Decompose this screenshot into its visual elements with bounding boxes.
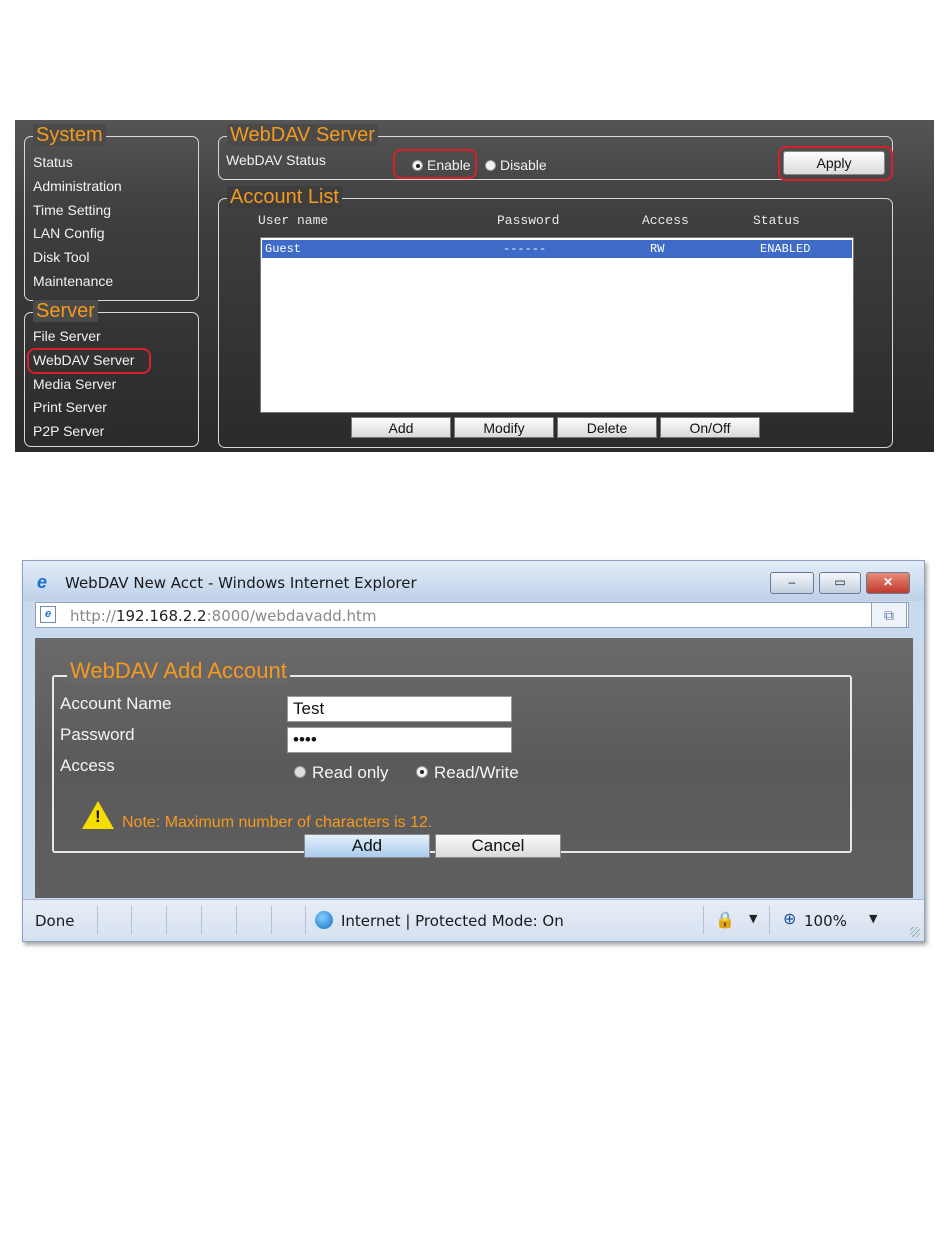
system-nav-list: Status Administration Time Setting LAN C… — [33, 151, 122, 294]
close-button[interactable]: ✕ — [866, 572, 910, 594]
column-header-password: Password — [497, 213, 560, 228]
status-divider — [703, 906, 704, 934]
page-content: WebDAV Add Account Account Name Test Pas… — [35, 638, 913, 898]
nav-item-print-server[interactable]: Print Server — [33, 396, 134, 420]
account-list-legend: Account List — [227, 186, 342, 208]
minimize-button[interactable]: – — [770, 572, 814, 594]
security-lock-icon[interactable]: 🔒 — [715, 910, 735, 929]
system-legend: System — [33, 124, 106, 146]
address-url: http://192.168.2.2:8000/webdavadd.htm — [70, 607, 377, 625]
zoom-icon[interactable]: ⊕ — [783, 909, 796, 928]
server-nav-list: File Server WebDAV Server Media Server P… — [33, 325, 134, 444]
nav-item-media-server[interactable]: Media Server — [33, 373, 134, 397]
window-title-bar[interactable]: e WebDAV New Acct - Windows Internet Exp… — [23, 561, 924, 601]
access-label: Access — [60, 756, 115, 775]
nav-item-time-setting[interactable]: Time Setting — [33, 199, 122, 223]
chevron-down-icon[interactable]: ▼ — [869, 912, 877, 925]
add-account-form: WebDAV Add Account Account Name Test Pas… — [52, 658, 852, 858]
server-legend: Server — [33, 300, 98, 322]
resize-grip[interactable] — [910, 927, 920, 937]
globe-icon — [315, 911, 333, 929]
status-divider — [769, 906, 770, 934]
status-divider — [131, 906, 132, 934]
nav-item-disk-tool[interactable]: Disk Tool — [33, 246, 122, 270]
nav-item-administration[interactable]: Administration — [33, 175, 122, 199]
nas-admin-panel: System Status Administration Time Settin… — [15, 120, 934, 452]
radio-selected-icon — [416, 766, 428, 778]
read-write-label: Read/Write — [434, 763, 519, 782]
enable-highlight-oval — [393, 149, 477, 179]
add-account-legend: WebDAV Add Account — [67, 658, 290, 684]
status-divider — [201, 906, 202, 934]
column-header-access: Access — [642, 213, 689, 228]
compatibility-view-icon[interactable]: ⧉ — [871, 602, 907, 628]
page-icon: e — [40, 606, 56, 623]
webdav-server-legend: WebDAV Server — [227, 124, 378, 146]
status-bar: Done Internet | Protected Mode: On 🔒 ▼ ⊕… — [23, 899, 924, 941]
character-limit-note: Note: Maximum number of characters is 12… — [122, 814, 433, 831]
webdav-status-label: WebDAV Status — [226, 152, 326, 168]
warning-icon-mark: ! — [95, 807, 101, 826]
system-section: System Status Administration Time Settin… — [24, 124, 199, 301]
password-label: Password — [60, 725, 135, 744]
status-text: Done — [35, 912, 75, 930]
cell-access: RW — [650, 242, 665, 256]
column-header-user-name: User name — [258, 213, 329, 228]
address-bar[interactable]: e http://192.168.2.2:8000/webdavadd.htm — [35, 602, 909, 628]
read-write-radio[interactable]: Read/Write — [416, 763, 519, 783]
column-header-status: Status — [753, 213, 800, 228]
status-divider — [166, 906, 167, 934]
ie-logo-icon: e — [37, 572, 48, 592]
url-prefix: http:// — [70, 607, 116, 625]
read-only-radio[interactable]: Read only — [294, 763, 389, 783]
url-rest: :8000/webdavadd.htm — [206, 607, 377, 625]
nav-item-status[interactable]: Status — [33, 151, 122, 175]
add-button[interactable]: Add — [304, 834, 430, 858]
chevron-down-icon[interactable]: ▼ — [749, 912, 757, 925]
status-divider — [271, 906, 272, 934]
nav-item-p2p-server[interactable]: P2P Server — [33, 420, 134, 444]
maximize-button[interactable]: ▭ — [819, 572, 861, 594]
radio-unselected-icon — [294, 766, 306, 778]
read-only-label: Read only — [312, 763, 389, 782]
cell-status: ENABLED — [760, 242, 811, 256]
add-button[interactable]: Add — [351, 417, 451, 438]
ie-popup-window: e WebDAV New Acct - Windows Internet Exp… — [22, 560, 925, 942]
nav-item-maintenance[interactable]: Maintenance — [33, 270, 122, 294]
disable-radio[interactable]: Disable — [485, 157, 547, 173]
security-zone-text[interactable]: Internet | Protected Mode: On — [341, 912, 564, 930]
password-input[interactable]: •••• — [287, 727, 512, 753]
account-name-input[interactable]: Test — [287, 696, 512, 722]
cell-user: Guest — [265, 242, 302, 256]
delete-button[interactable]: Delete — [557, 417, 657, 438]
modify-button[interactable]: Modify — [454, 417, 554, 438]
status-divider — [305, 906, 306, 934]
disable-label: Disable — [500, 157, 547, 173]
server-section: Server File Server WebDAV Server Media S… — [24, 300, 199, 447]
status-divider — [236, 906, 237, 934]
account-list-box[interactable]: Guest ------ RW ENABLED — [260, 237, 854, 413]
cell-password: ------ — [503, 242, 547, 256]
window-title: WebDAV New Acct - Windows Internet Explo… — [65, 574, 417, 592]
radio-unselected-icon — [485, 160, 496, 171]
apply-highlight-oval — [778, 146, 893, 181]
zoom-level[interactable]: 100% — [804, 912, 847, 930]
nav-item-file-server[interactable]: File Server — [33, 325, 134, 349]
nav-item-lan-config[interactable]: LAN Config — [33, 222, 122, 246]
url-host: 192.168.2.2 — [115, 607, 207, 625]
on-off-button[interactable]: On/Off — [660, 417, 760, 438]
cancel-button[interactable]: Cancel — [435, 834, 561, 858]
account-name-label: Account Name — [60, 694, 172, 713]
webdav-nav-highlight-oval — [27, 348, 151, 374]
status-divider — [97, 906, 98, 934]
table-row[interactable]: Guest ------ RW ENABLED — [262, 240, 852, 258]
